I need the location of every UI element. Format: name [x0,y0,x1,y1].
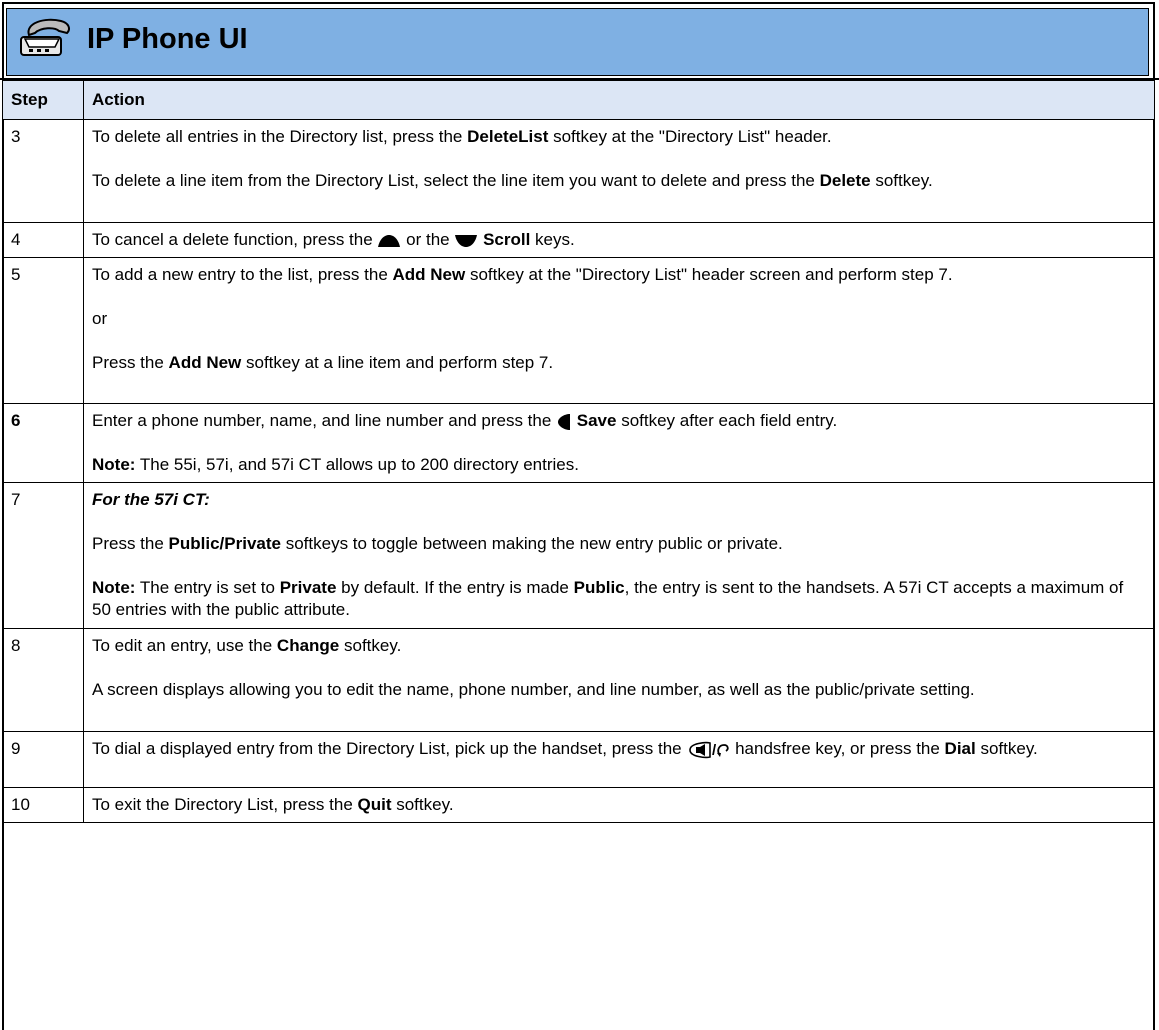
step-action: To edit an entry, use the Change softkey… [83,628,1155,732]
action-text: or [92,309,108,328]
step-number: 8 [2,628,84,732]
table-row: 3 To delete all entries in the Directory… [2,119,1155,223]
action-text: To delete a line item from the Directory… [92,171,933,190]
step-number: 3 [2,119,84,223]
table-row: 4 To cancel a delete function, press the… [2,222,1155,258]
table-row: 9 To dial a displayed entry from the Dir… [2,731,1155,788]
action-text: To dial a displayed entry from the Direc… [92,739,1038,759]
handsfree-icon: / [689,741,729,759]
left-arrow-icon [558,413,571,430]
step-number: 10 [2,787,84,823]
action-text: To exit the Directory List, press the Qu… [92,795,454,814]
steps-table: Step Action 3 To delete all entries in t… [2,80,1155,823]
table-row: 10 To exit the Directory List, press the… [2,787,1155,823]
step-action: To delete all entries in the Directory l… [83,119,1155,223]
action-text: To add a new entry to the list, press th… [92,265,953,284]
action-text: A screen displays allowing you to edit t… [92,680,975,699]
step-number: 6 [2,403,84,483]
column-header-step: Step [2,80,84,120]
step-number: 9 [2,731,84,788]
table-row: 8 To edit an entry, use the Change softk… [2,628,1155,732]
step-action: To cancel a delete function, press the o… [83,222,1155,258]
step-action: To add a new entry to the list, press th… [83,257,1155,404]
step-action: Enter a phone number, name, and line num… [83,403,1155,483]
scroll-down-icon [455,234,478,247]
action-text: To delete all entries in the Directory l… [92,127,832,146]
scroll-up-icon [378,234,401,247]
action-text: For the 57i CT: [92,490,210,509]
svg-text:/: / [712,742,717,759]
action-text: Press the Add New softkey at a line item… [92,353,554,372]
table-row: 6 Enter a phone number, name, and line n… [2,403,1155,483]
action-text: Press the Public/Private softkeys to tog… [92,534,783,553]
table-row: 5 To add a new entry to the list, press … [2,257,1155,404]
action-text: To cancel a delete function, press the o… [92,230,575,249]
table-header-row: Step Action [2,80,1155,120]
step-action: To dial a displayed entry from the Direc… [83,731,1155,788]
step-action: To exit the Directory List, press the Qu… [83,787,1155,823]
action-text: Enter a phone number, name, and line num… [92,411,838,430]
table-row: 7 For the 57i CT: Press the Public/Priva… [2,482,1155,629]
column-header-action: Action [83,80,1155,120]
action-text: Note: The entry is set to Private by def… [92,578,1124,619]
step-action: For the 57i CT: Press the Public/Private… [83,482,1155,629]
section-banner: IP Phone UI [6,8,1149,76]
action-text: Note: The 55i, 57i, and 57i CT allows up… [92,455,579,474]
action-text: To edit an entry, use the Change softkey… [92,636,402,655]
page-title: IP Phone UI [87,23,248,55]
phone-icon [20,18,70,56]
step-number: 5 [2,257,84,404]
step-number: 4 [2,222,84,258]
step-number: 7 [2,482,84,629]
